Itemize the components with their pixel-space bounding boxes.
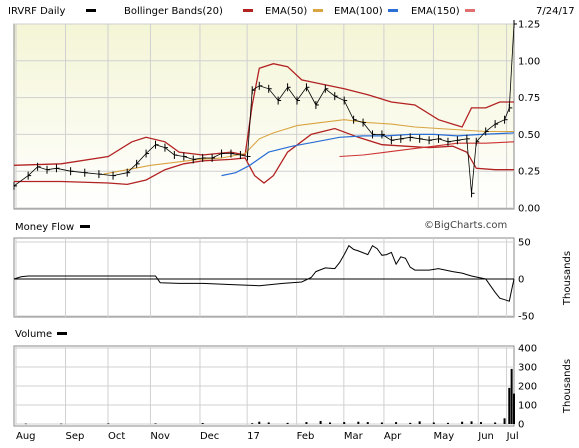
volume-bar [513, 393, 515, 424]
y-tick-label: 200 [518, 382, 537, 393]
y-tick-label: 1.25 [518, 20, 540, 31]
volume-bar [503, 418, 506, 424]
ema50-swatch [313, 9, 323, 12]
volume-bar [479, 422, 482, 424]
volume-bar [508, 387, 511, 424]
ema150-label: EMA(150) [411, 6, 460, 17]
y-tick-label: 300 [518, 363, 537, 374]
volume-unit-label: Thousands [562, 359, 573, 414]
x-tick-label: Sep [66, 431, 85, 442]
x-tick-label: Feb [297, 431, 315, 442]
y-tick-label: 0 [518, 420, 524, 431]
volume-panel: Volume 400 300 200 100 0 Thousands [13, 329, 573, 431]
volume-bar [461, 421, 464, 424]
y-tick-label: 1.00 [518, 56, 540, 67]
ema50-label: EMA(50) [265, 6, 307, 17]
volume-bar [366, 422, 369, 424]
y-tick-label: 400 [518, 344, 537, 355]
y-tick-label: 0.75 [518, 93, 540, 104]
x-tick-label: Dec [200, 431, 219, 442]
volume-bar [409, 422, 412, 424]
x-tick-label: Aug [16, 431, 36, 442]
y-tick-label: 50 [518, 238, 531, 249]
volume-bar [154, 423, 157, 424]
bollinger-label: Bollinger Bands(20) [124, 6, 223, 17]
bollinger-swatch [243, 9, 253, 12]
x-tick-label: 17 [247, 431, 260, 442]
volume-bar [446, 422, 449, 424]
volume-bar [60, 423, 63, 425]
y-tick-label: -50 [518, 312, 534, 323]
volume-bar [470, 421, 473, 424]
x-axis: Aug Sep Oct Nov Dec 17 Feb Mar Apr May Jun Jul [16, 431, 519, 442]
symbol-label: IRVRF Daily [8, 6, 65, 17]
volume-bar [201, 423, 204, 424]
volume-bar [432, 422, 435, 424]
money-flow-background [13, 237, 515, 318]
stock-chart: IRVRF Daily Bollinger Bands(20) EMA(50) … [0, 0, 579, 444]
chart-canvas: IRVRF Daily Bollinger Bands(20) EMA(50) … [8, 6, 575, 442]
volume-bar [494, 422, 497, 424]
x-tick-label: Apr [384, 431, 402, 442]
x-tick-label: Oct [108, 431, 125, 442]
price-panel: 1.25 1.00 0.75 0.50 0.25 0.00 ©BigCharts.com [13, 20, 540, 231]
y-tick-label: 0.25 [518, 167, 540, 178]
volume-bar [395, 422, 398, 424]
volume-y-axis: 400 300 200 100 0 [518, 344, 537, 431]
x-tick-label: Jul [506, 431, 519, 442]
price-swatch [86, 9, 96, 12]
y-tick-label: 100 [518, 401, 537, 412]
volume-bar [305, 422, 308, 424]
volume-bar [343, 422, 346, 424]
volume-bar [258, 421, 261, 424]
volume-bar [357, 421, 360, 424]
volume-bar [267, 422, 270, 424]
ema150-swatch [465, 9, 475, 12]
x-tick-label: Mar [344, 431, 364, 442]
price-y-axis: 1.25 1.00 0.75 0.50 0.25 0.00 [518, 20, 540, 215]
y-tick-label: 0.50 [518, 130, 540, 141]
volume-bar [286, 422, 289, 424]
volume-bar [380, 422, 383, 424]
x-tick-label: Jun [477, 431, 494, 442]
date-label: 7/24/17 [536, 6, 575, 17]
money-flow-title: Money Flow [15, 222, 74, 233]
x-tick-label: May [433, 431, 454, 442]
money-flow-panel: Money Flow 50 0 -50 Thousands [13, 222, 573, 323]
y-tick-label: 0 [518, 275, 524, 286]
volume-bar [319, 420, 322, 424]
volume-bar [107, 423, 110, 424]
money-flow-unit-label: Thousands [562, 251, 573, 306]
money-flow-y-axis: 50 0 -50 [518, 238, 534, 323]
volume-bar [510, 368, 513, 424]
x-tick-label: Nov [150, 431, 170, 442]
volume-bar [24, 423, 27, 425]
volume-bar [418, 421, 421, 424]
volume-bar [329, 422, 332, 424]
volume-bar [251, 423, 254, 424]
ema100-label: EMA(100) [334, 6, 383, 17]
ema100-swatch [388, 9, 398, 12]
money-flow-swatch [80, 225, 90, 228]
y-tick-label: 0.00 [518, 204, 540, 215]
watermark: ©BigCharts.com [424, 220, 507, 231]
volume-title: Volume [15, 329, 52, 340]
price-panel-background [13, 23, 515, 210]
volume-swatch [57, 332, 67, 335]
